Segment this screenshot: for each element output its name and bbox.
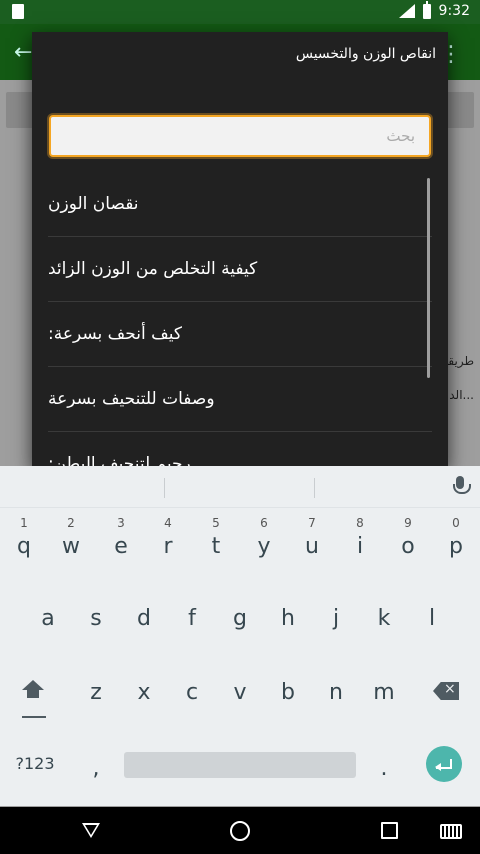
list-scrollbar[interactable] (427, 178, 430, 378)
key-m[interactable]: m (368, 680, 400, 705)
suggestion-divider (164, 478, 165, 498)
key-c[interactable]: c (180, 680, 204, 705)
list-item[interactable]: وصفات للتنحيف بسرعة (48, 367, 432, 432)
key-x[interactable]: x (132, 680, 156, 705)
key-e[interactable]: 3e (108, 516, 134, 559)
key-b[interactable]: b (276, 680, 300, 705)
dialog-title: انقاص الوزن والتخسيس (295, 46, 436, 62)
list-item[interactable]: كيف أنحف بسرعة: (48, 302, 432, 367)
search-box[interactable] (49, 115, 431, 157)
key-q[interactable]: 1q (12, 516, 36, 559)
suggestion-divider (314, 478, 315, 498)
shift-underline (22, 716, 46, 718)
keyboard-switch-icon[interactable] (440, 824, 462, 839)
key-l[interactable]: l (420, 606, 444, 631)
next-page-button[interactable] (446, 92, 474, 128)
key-h[interactable]: h (276, 606, 300, 631)
list-item[interactable]: كيفية التخلص من الوزن الزائد (48, 237, 432, 302)
key-d[interactable]: d (132, 606, 156, 631)
key-p[interactable]: 0p (444, 516, 468, 559)
key-w[interactable]: 2w (58, 516, 84, 559)
key-y[interactable]: 6y (252, 516, 276, 559)
list-item[interactable]: نقصان الوزن (48, 172, 432, 237)
search-dialog: انقاص الوزن والتخسيس نقصان الوزن كيفية ا… (32, 32, 448, 468)
suggestion-strip (0, 466, 480, 508)
key-u[interactable]: 7u (300, 516, 324, 559)
status-bar: 9:32 (0, 0, 480, 24)
nav-back-icon[interactable] (82, 823, 100, 838)
key-v[interactable]: v (228, 680, 252, 705)
key-f[interactable]: f (180, 606, 204, 631)
microphone-icon[interactable] (452, 476, 471, 500)
sd-card-icon (12, 4, 24, 19)
battery-icon (422, 0, 431, 19)
key-s[interactable]: s (84, 606, 108, 631)
nav-recents-icon[interactable] (381, 822, 398, 839)
topic-list: نقصان الوزن كيفية التخلص من الوزن الزائد… (32, 172, 448, 468)
nav-home-icon[interactable] (230, 821, 250, 841)
spacebar[interactable] (124, 752, 356, 778)
key-i[interactable]: 8i (348, 516, 372, 559)
system-nav-bar (0, 807, 480, 854)
key-j[interactable]: j (324, 606, 348, 631)
period-key[interactable]: . (374, 756, 394, 781)
list-item[interactable]: رجيم لتنحيف البطن: (48, 432, 432, 468)
soft-keyboard: 1q 2w 3e 4r 5t 6y 7u 8i 9o 0p a s d f g … (0, 466, 480, 806)
backspace-icon[interactable]: × (433, 682, 459, 700)
back-arrow-icon[interactable]: ← (14, 40, 32, 65)
key-o[interactable]: 9o (396, 516, 420, 559)
key-g[interactable]: g (228, 606, 252, 631)
key-z[interactable]: z (84, 680, 108, 705)
search-input[interactable] (51, 117, 429, 155)
comma-key[interactable]: , (86, 756, 106, 781)
status-time: 9:32 (438, 3, 470, 19)
previous-page-button[interactable] (6, 92, 34, 128)
key-k[interactable]: k (372, 606, 396, 631)
key-r[interactable]: 4r (156, 516, 180, 559)
key-n[interactable]: n (324, 680, 348, 705)
symbols-key[interactable]: ?123 (12, 754, 58, 773)
enter-key-icon[interactable] (426, 746, 462, 782)
key-t[interactable]: 5t (204, 516, 228, 559)
shift-key-icon[interactable] (20, 680, 46, 706)
key-a[interactable]: a (36, 606, 60, 631)
signal-icon (398, 4, 415, 18)
